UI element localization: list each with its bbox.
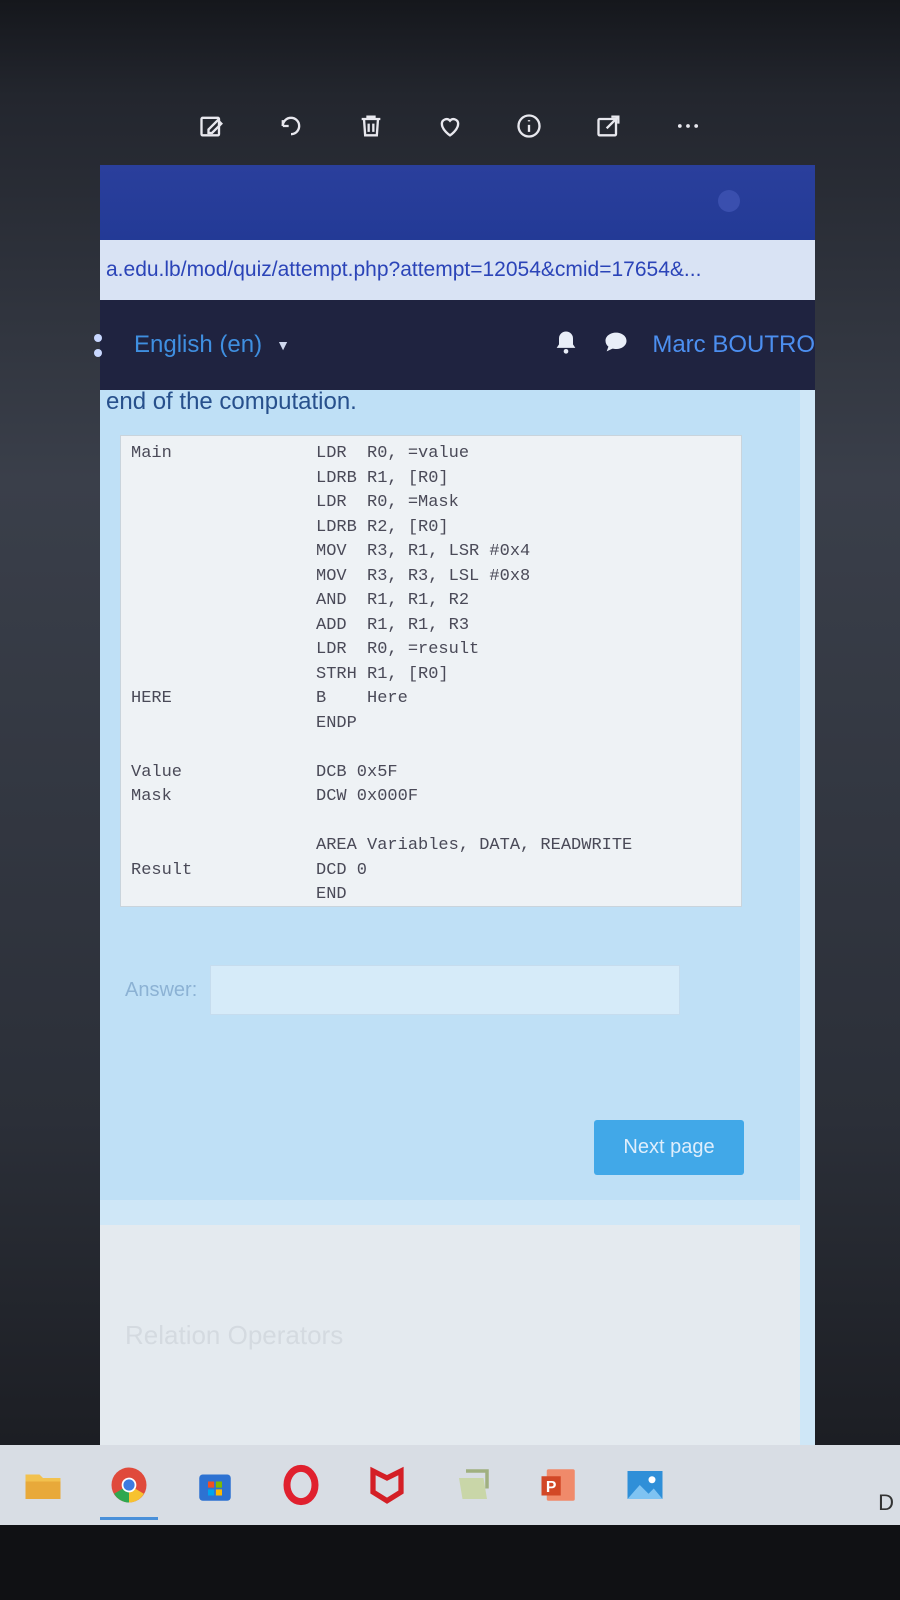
code-block: Main LDR R0, =value LDRB R1, [R0] LDR R0, =… bbox=[120, 435, 742, 907]
code-label bbox=[121, 616, 316, 640]
code-line: LDR R0, =result bbox=[121, 640, 741, 664]
code-instruction: STRH R1, [R0] bbox=[316, 664, 449, 684]
code-line: END bbox=[121, 885, 741, 909]
code-label bbox=[121, 567, 316, 591]
user-area: Marc BOUTRO bbox=[552, 328, 815, 363]
code-line: MOV R3, R1, LSR #0x4 bbox=[121, 542, 741, 566]
mcafee-icon[interactable] bbox=[366, 1464, 408, 1506]
code-line: STRH R1, [R0] bbox=[121, 665, 741, 689]
edit-image-icon[interactable] bbox=[190, 104, 234, 148]
code-instruction: LDRB R1, [R0] bbox=[316, 468, 449, 488]
code-line: LDRB R1, [R0] bbox=[121, 469, 741, 493]
answer-label: Answer: bbox=[125, 978, 198, 1001]
code-line: Main LDR R0, =value bbox=[121, 444, 741, 468]
address-bar[interactable]: a.edu.lb/mod/quiz/attempt.php?attempt=12… bbox=[100, 240, 815, 300]
user-menu[interactable]: Marc BOUTRO bbox=[652, 331, 815, 359]
file-explorer-icon[interactable] bbox=[22, 1464, 64, 1506]
code-label: Mask bbox=[131, 787, 172, 806]
photos-icon[interactable] bbox=[624, 1464, 666, 1506]
code-line: Value DCB 0x5F bbox=[121, 763, 741, 787]
code-line: Mask DCW 0x000F bbox=[121, 787, 741, 811]
faded-heading: Relation Operators bbox=[125, 1320, 344, 1350]
code-instruction: ADD R1, R1, R3 bbox=[316, 615, 470, 635]
code-instruction: LDRB R2, [R0] bbox=[316, 517, 449, 537]
next-question-panel: Relation Operators bbox=[100, 1225, 800, 1465]
url-text: a.edu.lb/mod/quiz/attempt.php?attempt=12… bbox=[106, 258, 702, 281]
system-tray-text: D bbox=[878, 1490, 894, 1515]
code-line: AREA Variables, DATA, READWRITE bbox=[121, 836, 741, 860]
code-label: Value bbox=[131, 762, 183, 782]
answer-input[interactable] bbox=[210, 965, 680, 1015]
code-line: LDR R0, =Mask bbox=[121, 493, 741, 517]
browser-tab-strip bbox=[100, 165, 815, 240]
code-label bbox=[121, 665, 316, 689]
store-icon[interactable] bbox=[194, 1464, 236, 1506]
favorite-icon[interactable] bbox=[428, 104, 472, 148]
next-page-button[interactable]: Next page bbox=[594, 1120, 744, 1175]
code-label bbox=[121, 885, 316, 909]
code-line: ENDP bbox=[121, 714, 741, 738]
question-text: end of the computation. bbox=[106, 388, 357, 415]
code-line: MOV R3, R3, LSL #0x8 bbox=[121, 567, 741, 591]
delete-icon[interactable] bbox=[349, 104, 393, 148]
laptop-screen: a.edu.lb/mod/quiz/attempt.php?attempt=12… bbox=[94, 165, 815, 1465]
code-label bbox=[121, 836, 316, 860]
code-line: AND R1, R1, R2 bbox=[121, 591, 741, 615]
chrome-icon[interactable] bbox=[100, 1464, 158, 1520]
code-instruction: DCD 0 bbox=[316, 860, 368, 880]
code-label bbox=[121, 640, 316, 664]
code-instruction: DCB 0x5F bbox=[316, 762, 398, 782]
code-label: Result bbox=[131, 860, 193, 880]
code-instruction: AREA Variables, DATA, READWRITE bbox=[316, 836, 633, 855]
code-label: Main bbox=[131, 444, 172, 463]
messages-icon[interactable] bbox=[602, 328, 630, 363]
code-instruction: LDR R0, =value bbox=[316, 444, 470, 463]
notification-bell-icon[interactable] bbox=[552, 328, 580, 363]
code-instruction: MOV R3, R3, LSL #0x8 bbox=[316, 566, 531, 586]
code-label bbox=[121, 591, 316, 615]
opera-icon[interactable] bbox=[280, 1464, 322, 1506]
svg-text:P: P bbox=[546, 1479, 557, 1496]
code-label bbox=[121, 714, 316, 738]
code-instruction: B Here bbox=[316, 689, 408, 708]
powerpoint-icon[interactable]: P bbox=[538, 1464, 580, 1506]
caret-down-icon: ▼ bbox=[276, 337, 290, 353]
code-instruction: DCW 0x000F bbox=[316, 787, 419, 806]
code-label bbox=[121, 469, 316, 493]
windows-taskbar: P bbox=[0, 1445, 900, 1525]
code-label bbox=[121, 518, 316, 542]
language-label: English (en) bbox=[134, 331, 263, 358]
rotate-icon[interactable] bbox=[269, 104, 313, 148]
code-instruction: END bbox=[316, 885, 347, 904]
code-label: HERE bbox=[131, 689, 172, 708]
site-navbar: English (en) ▼ Marc BOUTRO bbox=[94, 300, 815, 390]
quiz-question: end of the computation. Main LDR R0, =val… bbox=[100, 388, 800, 1200]
drawer-toggle-icon[interactable] bbox=[92, 330, 104, 360]
answer-row: Answer: bbox=[125, 965, 680, 1015]
code-line: HERE B Here bbox=[121, 689, 741, 713]
code-line: Result DCD 0 bbox=[121, 861, 741, 885]
info-icon[interactable] bbox=[507, 104, 551, 148]
notes-icon[interactable] bbox=[452, 1464, 494, 1506]
code-label bbox=[121, 493, 316, 517]
code-label bbox=[121, 542, 316, 566]
laptop-bezel bbox=[0, 1525, 900, 1600]
more-icon[interactable] bbox=[666, 104, 710, 148]
code-instruction: AND R1, R1, R2 bbox=[316, 591, 470, 610]
code-instruction: LDR R0, =Mask bbox=[316, 493, 459, 512]
code-instruction: ENDP bbox=[316, 713, 357, 733]
code-instruction: MOV R3, R1, LSR #0x4 bbox=[316, 542, 531, 561]
language-menu[interactable]: English (en) ▼ bbox=[134, 331, 290, 359]
viewer-toolbar bbox=[190, 100, 710, 152]
code-instruction: LDR R0, =result bbox=[316, 640, 480, 659]
window-control-icon[interactable] bbox=[718, 190, 740, 212]
code-line: ADD R1, R1, R3 bbox=[121, 616, 741, 640]
code-line: LDRB R2, [R0] bbox=[121, 518, 741, 542]
share-icon[interactable] bbox=[587, 104, 631, 148]
